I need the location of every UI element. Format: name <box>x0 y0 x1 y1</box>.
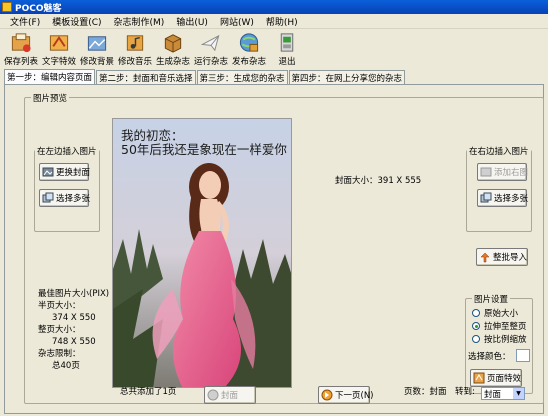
run-magazine-button[interactable]: 运行杂志 <box>192 29 230 67</box>
chevron-down-icon: ▼ <box>513 388 524 399</box>
text-effect-icon <box>49 35 69 51</box>
publish-magazine-button[interactable]: 发布杂志 <box>230 29 268 67</box>
goto-select[interactable]: 封面 ▼ <box>481 387 525 400</box>
menu-output[interactable]: 输出(U) <box>170 15 214 28</box>
add-right-image-icon <box>480 167 492 177</box>
preview-group-title: 图片预览 <box>31 92 70 104</box>
music-icon <box>126 35 144 51</box>
arrow-right-icon <box>321 389 333 401</box>
generate-icon <box>164 34 182 53</box>
preview-group: 图片预览 我的初恋： 50年后我还是象现在一样爱你 封面大小：391 X 555… <box>24 92 544 404</box>
full-page-label: 整页大小： <box>38 325 81 335</box>
replace-cover-button[interactable]: 更换封面 <box>39 163 90 181</box>
save-list-icon <box>11 33 31 53</box>
menu-bar: 文件(F) 模板设置(C) 杂志制作(M) 输出(U) 网站(W) 帮助(H) <box>0 14 548 29</box>
page-effect-icon <box>473 372 485 384</box>
limit-value: 总40页 <box>52 361 80 371</box>
menu-website[interactable]: 网站(W) <box>214 15 260 28</box>
toolbar: 保存列表 文字特效 修改背景 修改音乐 生成杂志 运行杂志 发布杂志 退出 <box>0 29 548 69</box>
right-insert-group: 在右边插入图片 添加右图 选择多张 <box>466 145 532 232</box>
next-page-button[interactable]: 下一页(N) <box>318 386 374 404</box>
color-swatch[interactable] <box>516 349 530 362</box>
cover-icon <box>207 389 219 401</box>
image-settings-title: 图片设置 <box>472 293 511 305</box>
full-page-value: 748 X 550 <box>52 337 96 347</box>
tab-step1[interactable]: 第一步：编辑内容页面 <box>4 69 96 84</box>
page-number-label: 页数：封面 <box>404 387 447 397</box>
menu-template[interactable]: 模板设置(C) <box>46 15 107 28</box>
publish-icon <box>239 33 259 52</box>
change-background-button[interactable]: 修改背景 <box>78 29 116 67</box>
preview-image <box>113 119 291 387</box>
left-insert-title: 在左边插入图片 <box>35 145 99 157</box>
image-settings-group: 图片设置 原始大小 拉伸至整页 按比例缩放 选择颜色： 页面特效 <box>465 293 533 394</box>
app-logo-icon <box>2 2 12 12</box>
save-list-button[interactable]: 保存列表 <box>2 29 40 67</box>
select-color-label: 选择颜色： <box>468 352 511 362</box>
pages-added-label: 总共添加了1页 <box>120 387 177 397</box>
preview-photo: 我的初恋： 50年后我还是象现在一样爱你 <box>112 118 292 388</box>
text-effect-button[interactable]: 文字特效 <box>40 29 78 67</box>
select-many-icon <box>42 192 54 203</box>
left-insert-group: 在左边插入图片 更换封面 选择多张 <box>34 145 100 232</box>
menu-magazine[interactable]: 杂志制作(M) <box>108 15 171 28</box>
batch-import-icon <box>480 252 490 263</box>
half-page-label: 半页大小： <box>38 301 81 311</box>
caption-line-2: 50年后我还是象现在一样爱你 <box>121 142 287 157</box>
change-music-button[interactable]: 修改音乐 <box>116 29 154 67</box>
radio-stretch-full-dot <box>472 322 480 330</box>
tab-step2[interactable]: 第二步：封面和音乐选择 <box>96 70 196 84</box>
exit-button[interactable]: 退出 <box>268 29 306 67</box>
menu-help[interactable]: 帮助(H) <box>260 15 304 28</box>
radio-stretch-full[interactable]: 拉伸至整页 <box>472 320 527 332</box>
right-select-many-button[interactable]: 选择多张 <box>477 189 528 207</box>
radio-proportional[interactable]: 按比例缩放 <box>472 333 527 345</box>
step-tabs: 第一步：编辑内容页面 第二步：封面和音乐选择 第三步：生成您的杂志 第四步：在网… <box>4 69 406 84</box>
window-title: POCO魅客 <box>15 3 62 14</box>
exit-icon <box>280 33 294 52</box>
left-select-many-button[interactable]: 选择多张 <box>39 189 90 207</box>
title-bar: POCO魅客 <box>0 0 548 14</box>
menu-file[interactable]: 文件(F) <box>4 15 46 28</box>
right-insert-title: 在右边插入图片 <box>467 145 531 157</box>
page-effect-button[interactable]: 页面特效 <box>470 369 522 387</box>
goto-label: 转到: <box>455 387 475 397</box>
run-icon <box>200 34 220 52</box>
cover-size-label: 封面大小：391 X 555 <box>335 176 422 186</box>
radio-proportional-dot <box>472 335 480 343</box>
best-size-info: 最佳图片大小(PIX) 半页大小： 374 X 550 整页大小： 748 X … <box>38 288 109 372</box>
tab-step3[interactable]: 第三步：生成您的杂志 <box>196 70 288 84</box>
limit-label: 杂志限制： <box>38 349 81 359</box>
cover-button[interactable]: 封面 <box>204 386 256 404</box>
generate-magazine-button[interactable]: 生成杂志 <box>154 29 192 67</box>
background-icon <box>87 36 107 51</box>
best-size-title: 最佳图片大小(PIX) <box>38 289 110 299</box>
tab-content-panel: 图片预览 我的初恋： 50年后我还是象现在一样爱你 封面大小：391 X 555… <box>4 84 544 414</box>
half-page-value: 374 X 550 <box>52 313 96 323</box>
radio-original-size-dot <box>472 309 480 317</box>
select-many-icon <box>480 192 492 203</box>
radio-original-size[interactable]: 原始大小 <box>472 307 518 319</box>
add-right-image-button[interactable]: 添加右图 <box>477 163 528 181</box>
batch-import-button[interactable]: 整批导入 <box>476 248 528 266</box>
replace-cover-icon <box>42 167 54 177</box>
tab-step4[interactable]: 第四步：在网上分享您的杂志 <box>288 70 406 84</box>
